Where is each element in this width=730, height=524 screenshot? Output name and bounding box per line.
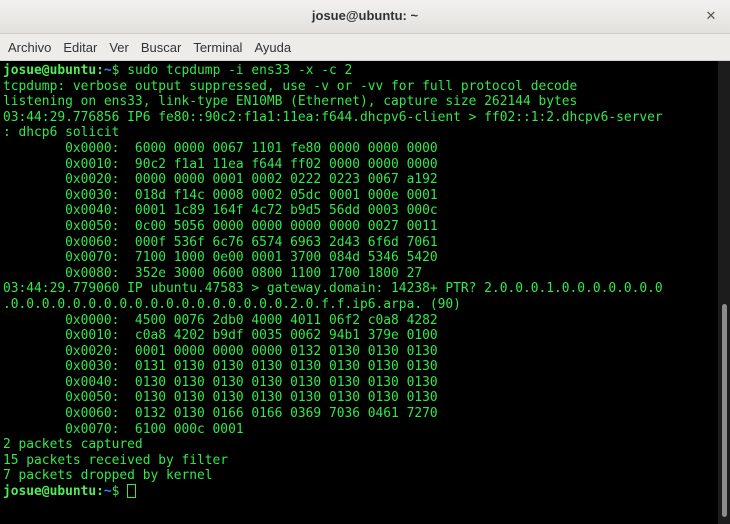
terminal-output[interactable]: josue@ubuntu:~$ sudo tcpdump -i ens33 -x… [0, 61, 718, 524]
prompt-path: ~ [103, 484, 112, 500]
output-line: 7 packets dropped by kernel [3, 468, 213, 484]
output-line: .0.0.0.0.0.0.0.0.0.0.0.0.0.0.0.0.0.0.2.0… [3, 296, 461, 312]
output-line: 0x0070: 6100 000c 0001 [3, 421, 244, 437]
command-text: sudo tcpdump -i ens33 -x -c 2 [127, 63, 353, 78]
prompt-user: josue@ubuntu [3, 63, 97, 78]
menu-buscar[interactable]: Buscar [135, 40, 187, 55]
text-cursor [127, 484, 137, 499]
terminal-window: josue@ubuntu: ~ ✕ Archivo Editar Ver Bus… [0, 0, 730, 524]
output-line: 03:44:29.779060 IP ubuntu.47583 > gatewa… [3, 281, 663, 297]
menu-editar[interactable]: Editar [57, 40, 103, 55]
scrollbar-thumb[interactable] [722, 304, 727, 517]
output-line: 0x0010: c0a8 4202 b9df 0035 0062 94b1 37… [3, 328, 438, 344]
menu-terminal[interactable]: Terminal [187, 40, 248, 55]
output-line: 0x0060: 000f 536f 6c76 6574 6963 2d43 6f… [3, 234, 438, 250]
output-line: 0x0020: 0000 0000 0001 0002 0222 0223 00… [3, 172, 438, 188]
prompt-symbol: $ [111, 484, 128, 500]
menu-bar: Archivo Editar Ver Buscar Terminal Ayuda [0, 34, 730, 61]
output-line: 2 packets captured [3, 437, 143, 453]
output-line: listening on ens33, link-type EN10MB (Et… [3, 94, 578, 110]
close-icon[interactable]: ✕ [700, 6, 722, 28]
prompt-path: ~ [103, 63, 112, 78]
prompt-separator: : [96, 63, 104, 78]
prompt-separator: : [96, 484, 104, 500]
menu-ver[interactable]: Ver [103, 40, 135, 55]
output-line: tcpdump: verbose output suppressed, use … [3, 78, 578, 94]
output-line: 0x0070: 7100 1000 0e00 0001 3700 084d 53… [3, 250, 438, 266]
output-line: 0x0000: 6000 0000 0067 1101 fe80 0000 00… [3, 140, 438, 156]
output-line: 15 packets received by filter [3, 452, 229, 468]
output-line: 0x0040: 0001 1c89 164f 4c72 b9d5 56dd 00… [3, 203, 438, 219]
window-title: josue@ubuntu: ~ [311, 8, 419, 23]
output-line: 0x0010: 90c2 f1a1 11ea f644 ff02 0000 00… [3, 156, 438, 172]
prompt-symbol: $ [111, 63, 128, 78]
output-line: 0x0020: 0001 0000 0000 0000 0132 0130 01… [3, 343, 438, 359]
command-line: josue@ubuntu:~$ sudo tcpdump -i ens33 -x… [3, 63, 718, 79]
output-line: 03:44:29.776856 IP6 fe80::90c2:f1a1:11ea… [3, 109, 663, 125]
current-prompt-line[interactable]: josue@ubuntu:~$ [3, 484, 718, 500]
menu-ayuda[interactable]: Ayuda [248, 40, 297, 55]
output-line: 0x0060: 0132 0130 0166 0166 0369 7036 04… [3, 406, 438, 422]
output-line: 0x0030: 018d f14c 0008 0002 05dc 0001 00… [3, 187, 438, 203]
prompt-user: josue@ubuntu [3, 484, 97, 500]
output-line: 0x0030: 0131 0130 0130 0130 0130 0130 01… [3, 359, 438, 375]
output-line: 0x0050: 0c00 5056 0000 0000 0000 0000 00… [3, 218, 438, 234]
output-line: : dhcp6 solicit [3, 125, 120, 141]
output-line: 0x0080: 352e 3000 0600 0800 1100 1700 18… [3, 265, 423, 281]
output-line: 0x0050: 0130 0130 0130 0130 0130 0130 01… [3, 390, 438, 406]
output-line: 0x0040: 0130 0130 0130 0130 0130 0130 01… [3, 374, 438, 390]
menu-archivo[interactable]: Archivo [2, 40, 57, 55]
vertical-scrollbar[interactable] [718, 61, 730, 524]
output-line: 0x0000: 4500 0076 2db0 4000 4011 06f2 c0… [3, 312, 438, 328]
title-bar[interactable]: josue@ubuntu: ~ ✕ [0, 0, 730, 34]
